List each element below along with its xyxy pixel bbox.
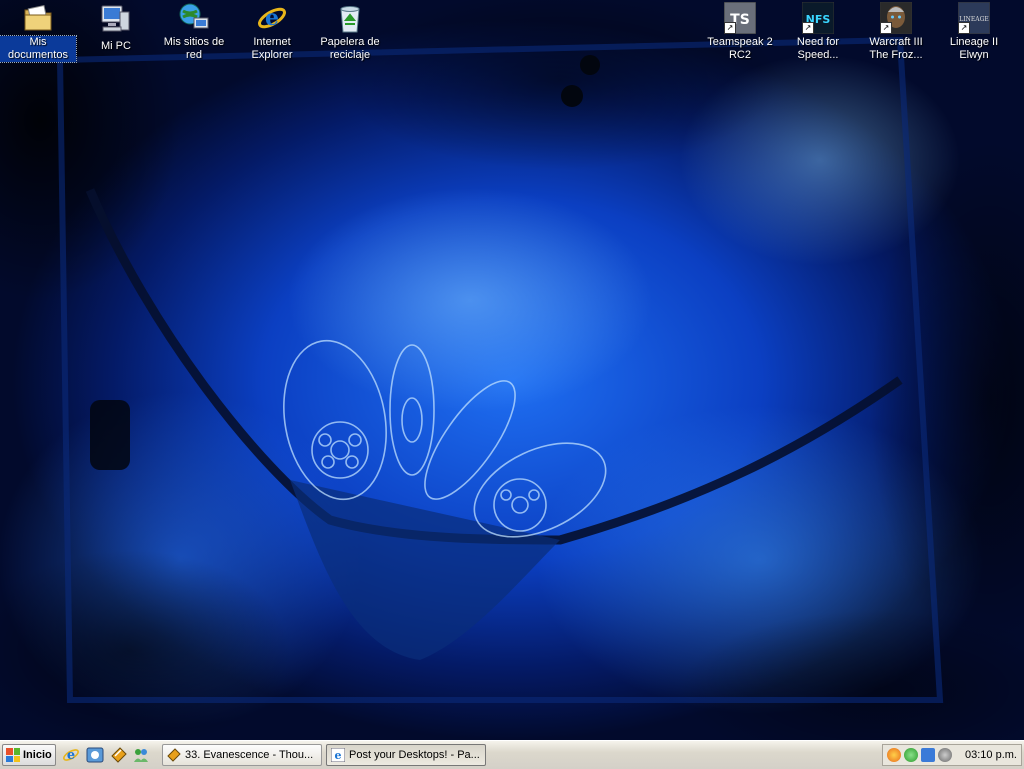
lineage-icon: LINEAGE ↗ <box>957 1 991 35</box>
desktop-icon-label: Need for Speed... <box>796 36 840 61</box>
desktop-icon-label: Lineage II Elwyn <box>949 36 999 61</box>
task-label: Post your Desktops! - Pa... <box>349 749 480 761</box>
desktop-icon-label: Mis sitios de red <box>163 36 225 61</box>
my-computer-icon <box>100 2 132 34</box>
shortcut-arrow-icon: ↗ <box>724 22 736 34</box>
svg-text:e: e <box>335 749 342 762</box>
svg-text:e: e <box>67 748 75 763</box>
internet-explorer-icon: e <box>256 2 288 34</box>
firefox-icon[interactable] <box>887 748 901 762</box>
desktop-icon-lineage[interactable]: LINEAGE ↗ Lineage II Elwyn <box>936 1 1012 63</box>
teamspeak-icon: TS ↗ <box>723 1 757 35</box>
desktop-icon-label: Warcraft III The Froz... <box>869 36 923 61</box>
shortcut-arrow-icon: ↗ <box>958 22 970 34</box>
desktop-icon-internet-explorer[interactable]: e Internet Explorer <box>234 2 310 63</box>
desktop-icon-need-for-speed[interactable]: NFS ↗ Need for Speed... <box>780 1 856 63</box>
internet-explorer-icon[interactable]: e <box>62 746 80 764</box>
desktop-icon-my-computer[interactable]: Mi PC <box>78 2 154 54</box>
task-label: 33. Evanescence - Thou... <box>185 749 314 761</box>
network-places-icon <box>178 2 210 34</box>
internet-explorer-icon: e <box>331 748 345 762</box>
messenger-icon[interactable] <box>132 746 150 764</box>
windows-logo-icon <box>6 748 20 762</box>
outlook-express-icon[interactable] <box>86 746 104 764</box>
speaker-icon[interactable] <box>938 748 952 762</box>
desktop-icon-label: Internet Explorer <box>251 36 293 61</box>
desktop-icon-recycle-bin[interactable]: Papelera de reciclaje <box>312 2 388 63</box>
desktop-icon-my-documents[interactable]: Mis documentos <box>0 2 77 63</box>
wallpaper-art <box>0 0 1024 740</box>
desktop-icon-label: Papelera de reciclaje <box>320 36 380 61</box>
need-for-speed-icon: NFS ↗ <box>801 1 835 35</box>
desktop-wallpaper <box>0 0 1024 740</box>
task-button-winamp[interactable]: 33. Evanescence - Thou... <box>162 744 322 766</box>
network-icon[interactable] <box>921 748 935 762</box>
winamp-icon[interactable] <box>110 746 128 764</box>
recycle-bin-icon <box>334 2 366 34</box>
shortcut-arrow-icon: ↗ <box>802 22 814 34</box>
desktop-icon-network-places[interactable]: Mis sitios de red <box>156 2 232 63</box>
clock[interactable]: 03:10 p.m. <box>965 749 1017 761</box>
desktop-icon-teamspeak[interactable]: TS ↗ Teamspeak 2 RC2 <box>702 1 778 63</box>
desktop-icon-warcraft[interactable]: ↗ Warcraft III The Froz... <box>858 1 934 63</box>
task-button-browser[interactable]: e Post your Desktops! - Pa... <box>326 744 486 766</box>
winamp-icon <box>167 748 181 762</box>
taskbar: Inicio e 33. Evanescence - Thou... e Pos… <box>0 740 1024 769</box>
desktop-icon-label: Mi PC <box>101 40 131 52</box>
desktop-icon-label: Teamspeak 2 RC2 <box>707 36 773 61</box>
msn-icon[interactable] <box>904 748 918 762</box>
shortcut-arrow-icon: ↗ <box>880 22 892 34</box>
desktop-icon-label: Mis documentos <box>0 35 77 63</box>
my-documents-icon <box>22 2 54 34</box>
start-button[interactable]: Inicio <box>2 744 56 766</box>
system-tray: 03:10 p.m. <box>882 744 1022 766</box>
start-label: Inicio <box>23 749 52 761</box>
svg-text:e: e <box>265 5 279 31</box>
warcraft-icon: ↗ <box>879 1 913 35</box>
